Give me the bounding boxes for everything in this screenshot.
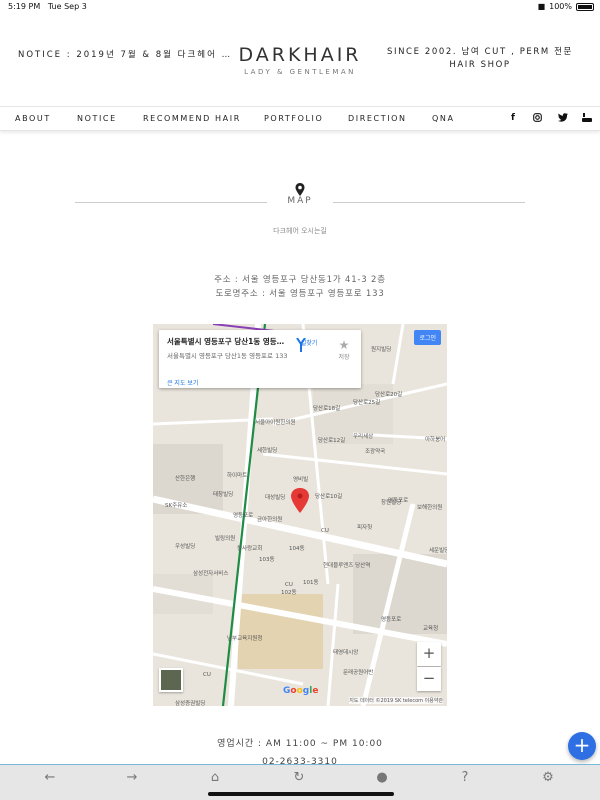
section-divider-right <box>333 202 525 203</box>
svg-text:문래공원어반: 문래공원어반 <box>343 668 373 676</box>
svg-text:아하붕어: 아하붕어 <box>425 435 445 443</box>
svg-text:당산로12길: 당산로12길 <box>318 436 345 444</box>
svg-text:영비빌: 영비빌 <box>293 475 308 483</box>
svg-text:당산로10길: 당산로10길 <box>315 492 342 500</box>
svg-text:영등포로: 영등포로 <box>233 511 253 519</box>
svg-text:CU: CU <box>321 528 329 534</box>
section-divider-left <box>75 202 267 203</box>
logo-subtitle: LADY & GENTLEMAN <box>244 68 356 76</box>
status-bar: 5:19 PM Tue Sep 3 ■ 100% <box>0 0 600 14</box>
place-address: 서울특별시 영등포구 당산1동 영등포로 133 <box>167 352 288 360</box>
nav-qna[interactable]: QNA <box>432 114 455 123</box>
business-hours: 영업시간 : AM 11:00 ~ PM 10:00 <box>217 739 383 749</box>
svg-text:104동: 104동 <box>289 545 305 552</box>
place-name: 서울특별시 영등포구 당산1동 영등… <box>167 337 285 346</box>
refresh-icon[interactable]: ↻ <box>284 770 314 788</box>
svg-text:산한은행: 산한은행 <box>175 474 195 482</box>
status-time: 5:19 PM Tue Sep 3 <box>8 2 87 11</box>
svg-text:SK주유소: SK주유소 <box>165 502 187 509</box>
svg-text:CU: CU <box>285 582 293 588</box>
svg-text:피자헛: 피자헛 <box>357 523 372 531</box>
instagram-icon[interactable] <box>533 113 542 125</box>
forward-icon[interactable]: → <box>117 770 147 788</box>
svg-text:대성빌딩: 대성빌딩 <box>265 493 285 501</box>
nav-about[interactable]: ABOUT <box>15 114 51 123</box>
home-icon[interactable]: ⌂ <box>200 770 230 788</box>
svg-text:남부교육지원청: 남부교육지원청 <box>227 634 262 642</box>
site-header: NOTICE : 2019년 7월 & 8월 다크헤어 무휴 … DARKHAI… <box>0 14 600 106</box>
svg-text:CU: CU <box>203 672 211 678</box>
map-section-title: MAP <box>287 196 313 206</box>
map-place-card: 서울특별시 영등포구 당산1동 영등… 서울특별시 영등포구 당산1동 영등포로… <box>159 330 361 388</box>
svg-text:동사랑교회: 동사랑교회 <box>237 544 262 552</box>
svg-text:빌링의원: 빌링의원 <box>215 534 235 542</box>
directions-button[interactable]: 길찾기 <box>295 338 323 352</box>
google-logo: Google <box>283 686 319 696</box>
svg-text:하이마트: 하이마트 <box>227 471 247 479</box>
wifi-icon: ■ <box>537 2 546 11</box>
add-button[interactable]: + <box>568 732 596 760</box>
nav-portfolio[interactable]: PORTFOLIO <box>264 114 323 123</box>
svg-text:금아한의원: 금아한의원 <box>257 515 282 523</box>
svg-text:태창빌딩: 태창빌딩 <box>213 490 233 498</box>
battery-icon <box>576 2 594 11</box>
zoom-out-button[interactable]: − <box>417 667 441 691</box>
svg-text:삼성증권빌딩: 삼성증권빌딩 <box>175 699 205 706</box>
svg-text:서울아이원한의원: 서울아이원한의원 <box>255 418 295 426</box>
directions-icon <box>296 338 306 352</box>
road-address-line: 도로명주소 : 서울 영등포구 영등포로 133 <box>215 289 385 299</box>
svg-text:우리세상: 우리세상 <box>353 432 373 440</box>
svg-text:당산로25길: 당산로25길 <box>353 398 380 406</box>
svg-text:보해한의원: 보해한의원 <box>417 503 442 511</box>
map-copyright[interactable]: 지도 데이터 ©2019 SK telecom 이용약관 <box>349 697 443 704</box>
svg-text:태영데시앙: 태영데시앙 <box>333 648 358 656</box>
shop-tagline: SINCE 2002. 남여 CUT , PERM 전문 HAIR SHOP <box>387 47 573 70</box>
svg-text:세한빌딩: 세한빌딩 <box>257 446 277 454</box>
nav-recommend-hair[interactable]: RECOMMEND HAIR <box>143 114 241 123</box>
logo-title: DARKHAIR <box>238 44 362 66</box>
settings-icon[interactable]: ⚙ <box>533 770 563 788</box>
home-indicator <box>208 792 394 796</box>
svg-text:당산로20길: 당산로20길 <box>375 390 402 398</box>
svg-text:103동: 103동 <box>259 556 275 563</box>
nav-notice[interactable]: NOTICE <box>77 114 117 123</box>
site-logo[interactable]: DARKHAIR LADY & GENTLEMAN <box>230 44 370 76</box>
svg-text:세운빌딩: 세운빌딩 <box>429 546 447 554</box>
nav-direction[interactable]: DIRECTION <box>348 114 407 123</box>
notice-ticker[interactable]: NOTICE : 2019년 7월 & 8월 다크헤어 무휴 … <box>18 48 233 60</box>
svg-text:조광약국: 조광약국 <box>365 447 385 455</box>
svg-text:당산로18길: 당산로18길 <box>313 404 340 412</box>
youtube-icon[interactable] <box>582 113 592 125</box>
save-button[interactable]: ★ 저장 <box>331 338 357 361</box>
svg-text:현대블루앤즈 당산역: 현대블루앤즈 당산역 <box>323 561 370 569</box>
save-label: 저장 <box>338 354 350 361</box>
svg-text:원지빌딩: 원지빌딩 <box>371 345 391 353</box>
svg-text:교육청: 교육청 <box>423 625 438 632</box>
svg-text:101동: 101동 <box>303 579 319 586</box>
svg-text:102동: 102동 <box>281 589 297 596</box>
svg-text:우성빌딩: 우성빌딩 <box>175 542 195 550</box>
user-icon[interactable]: ● <box>367 770 397 788</box>
map-section-subtitle: 다크헤어 오시는길 <box>273 227 327 235</box>
star-icon: ★ <box>338 338 350 352</box>
back-icon[interactable]: ← <box>35 770 65 788</box>
facebook-icon[interactable]: f <box>511 113 515 123</box>
svg-text:영등포로: 영등포로 <box>381 615 401 623</box>
status-right: ■ 100% <box>538 2 594 11</box>
bigger-map-link[interactable]: 큰 지도 보기 <box>167 378 198 387</box>
main-nav: ABOUT NOTICE RECOMMEND HAIR PORTFOLIO DI… <box>0 106 600 131</box>
map-pin-icon <box>295 183 305 196</box>
zoom-in-button[interactable]: + <box>417 642 441 666</box>
battery-text: 100% <box>549 2 572 11</box>
help-icon[interactable]: ? <box>450 770 480 788</box>
satellite-view-toggle[interactable] <box>159 668 183 692</box>
address-line: 주소 : 서울 영등포구 당산동1가 41-3 2층 <box>214 275 386 285</box>
svg-text:삼성전자서비스: 삼성전자서비스 <box>193 569 228 577</box>
twitter-icon[interactable] <box>558 113 568 125</box>
map-login-button[interactable]: 로그인 <box>414 330 441 345</box>
embedded-google-map[interactable]: 당산로20길 원지빌딩 당산로25길 당산로18길 서울아이원한의원 당산로12… <box>153 324 447 706</box>
svg-text:창원빌딩: 창원빌딩 <box>381 498 401 506</box>
